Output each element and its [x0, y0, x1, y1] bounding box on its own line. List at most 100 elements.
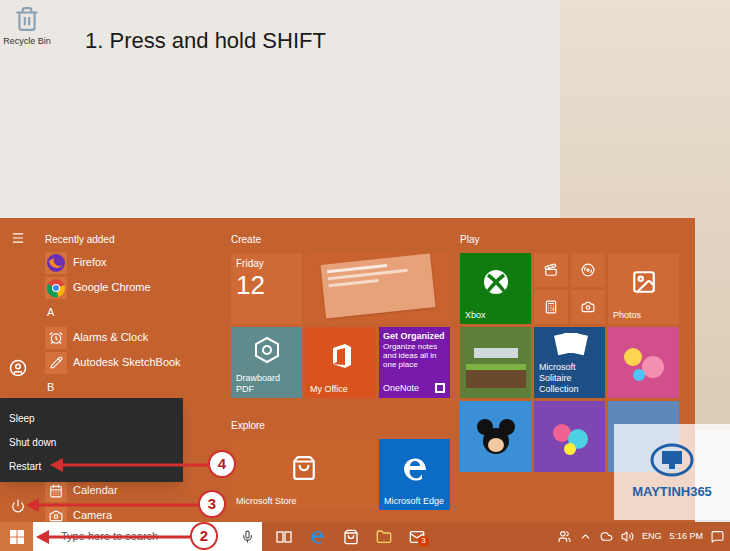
small-tile-group: [534, 253, 605, 324]
windows-logo-icon: [10, 530, 24, 544]
tile-group: CreateFriday12Drawboard PDFMy OfficeGet …: [231, 232, 450, 398]
onenote-icon: [434, 382, 446, 394]
power-icon[interactable]: [11, 499, 25, 513]
app-tile[interactable]: Photos: [608, 253, 679, 324]
onedrive-icon[interactable]: [600, 530, 613, 543]
picture-tile[interactable]: [460, 327, 531, 398]
app-tile[interactable]: Xbox: [460, 253, 531, 324]
action-center-icon[interactable]: [711, 530, 724, 543]
minecraft-art-icon: [466, 338, 526, 388]
start-menu: Recently addedFirefoxGoogle ChromeAAlarm…: [0, 218, 695, 522]
power-menu-item[interactable]: Restart: [0, 454, 183, 478]
power-menu-item[interactable]: Sleep: [0, 406, 183, 430]
edge-icon: [400, 453, 430, 483]
file-explorer-icon[interactable]: [376, 529, 392, 545]
watermark-logo-icon: [650, 442, 694, 478]
search-box[interactable]: Type here to search: [33, 522, 262, 551]
calendar-tile[interactable]: Friday12: [231, 253, 302, 324]
small-tile[interactable]: [534, 253, 568, 287]
movies-icon: [544, 263, 558, 277]
tile-group: ExploreMicrosoft StoreMicrosoft Edge: [231, 418, 450, 510]
app-tile[interactable]: Microsoft Solitaire Collection: [534, 327, 605, 398]
start-button[interactable]: [0, 522, 33, 551]
language-indicator[interactable]: ENG: [642, 530, 662, 544]
annotation-step-badge: 2: [190, 522, 218, 550]
candy-art-icon: [619, 343, 669, 383]
app-tile[interactable]: Microsoft Edge: [379, 439, 450, 510]
picture-tile[interactable]: [608, 327, 679, 398]
mail-badge: 3: [418, 536, 429, 547]
app-item[interactable]: Autodesk SketchBook: [35, 350, 222, 375]
mail-preview-card: [320, 253, 435, 318]
photos-icon: [631, 269, 657, 295]
small-tile[interactable]: [571, 290, 605, 324]
desktop-icon[interactable]: Recycle Bin: [2, 6, 52, 49]
app-item[interactable]: Firefox: [35, 250, 222, 275]
power-menu: SleepShut downRestart: [0, 398, 183, 482]
picture-tile[interactable]: [460, 401, 531, 472]
tile-column: CreateFriday12Drawboard PDFMy OfficeGet …: [231, 232, 450, 522]
firefox-icon: [46, 253, 66, 273]
app-icon-box: [45, 277, 67, 299]
small-tile[interactable]: [534, 290, 568, 324]
store-taskbar-icon[interactable]: [343, 529, 359, 545]
xbox-icon: [481, 267, 511, 297]
clock[interactable]: 5:16 PM: [669, 530, 703, 544]
app-list-header: Recently added: [35, 228, 222, 250]
user-avatar-icon[interactable]: [9, 359, 27, 377]
app-tile[interactable]: Microsoft Store: [231, 439, 376, 510]
system-tray: ENG 5:16 PM: [558, 530, 730, 544]
camera-icon: [49, 509, 63, 523]
caption: 1. Press and hold SHIFT: [85, 24, 326, 57]
drawboard-icon: [252, 335, 282, 365]
app-icon-box: [45, 252, 67, 274]
chrome-icon: [46, 278, 66, 298]
mail-live-tile[interactable]: [305, 253, 450, 324]
calculator-icon: [544, 300, 558, 314]
mail-taskbar-button[interactable]: 3: [409, 529, 425, 545]
screen: Recycle Bin 1. Press and hold SHIFT Recent…: [0, 0, 730, 551]
show-hidden-icons-icon[interactable]: [579, 530, 592, 543]
tile-group-title[interactable]: Play: [460, 232, 679, 253]
power-menu-item[interactable]: Shut down: [0, 430, 183, 454]
app-icon-box: [45, 505, 67, 523]
cards-icon: [550, 330, 590, 360]
desktop: Recycle Bin 1. Press and hold SHIFT Recent…: [0, 0, 730, 522]
annotation-step-badge: 4: [208, 450, 236, 478]
microphone-icon[interactable]: [241, 530, 254, 543]
edge-taskbar-icon[interactable]: [309, 528, 326, 545]
office-icon: [327, 342, 355, 370]
app-tile[interactable]: Drawboard PDF: [231, 327, 302, 398]
taskbar-apps: 3: [262, 528, 425, 545]
alarm-clock-icon: [49, 331, 63, 345]
app-item[interactable]: Alarms & Clock: [35, 325, 222, 350]
app-list-letter[interactable]: B: [35, 375, 222, 400]
annotation-step-badge: 3: [198, 490, 226, 518]
app-icon-box: [45, 480, 67, 502]
tiles-area: CreateFriday12Drawboard PDFMy OfficeGet …: [222, 218, 679, 522]
app-icon-box: [45, 352, 67, 374]
taskbar: Type here to search 3 ENG 5:16 PM: [0, 522, 730, 551]
tile-group-title[interactable]: Create: [231, 232, 450, 253]
volume-icon[interactable]: [621, 530, 634, 543]
app-icon-box: [45, 327, 67, 349]
small-tile[interactable]: [571, 253, 605, 287]
app-list-letter[interactable]: A: [35, 300, 222, 325]
watermark: MAYTINH365: [614, 424, 730, 520]
onenote-tile[interactable]: Get OrganizedOrganize notes and ideas al…: [379, 327, 450, 398]
annotation-arrows: [0, 0, 730, 551]
webcam-icon: [581, 300, 595, 314]
bubble-art-icon: [548, 417, 592, 457]
recycle-bin-icon: [14, 6, 40, 32]
app-item[interactable]: Camera: [35, 503, 222, 522]
people-icon[interactable]: [558, 530, 571, 543]
picture-tile[interactable]: [534, 401, 605, 472]
calendar-icon: [49, 484, 63, 498]
hamburger-icon[interactable]: [11, 231, 25, 245]
tile-group-title[interactable]: Explore: [231, 418, 450, 439]
app-item[interactable]: Google Chrome: [35, 275, 222, 300]
mickey-art-icon: [474, 417, 518, 457]
app-tile[interactable]: My Office: [305, 327, 376, 398]
sketchbook-icon: [50, 356, 63, 369]
task-view-icon[interactable]: [276, 530, 292, 544]
